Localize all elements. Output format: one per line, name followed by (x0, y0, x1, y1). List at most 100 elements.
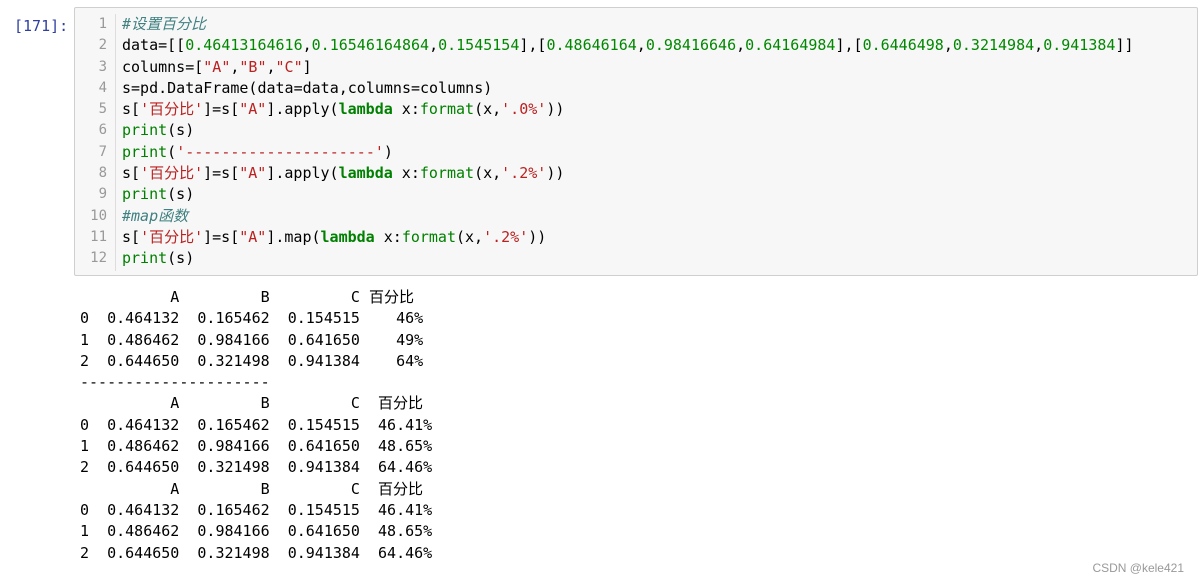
code-token: ]=s[ (203, 164, 240, 183)
code-line: #设置百分比 (122, 14, 1134, 35)
code-token: "B" (239, 57, 267, 76)
code-token: (s) (167, 185, 195, 204)
code-line: s['百分比']=s["A"].apply(lambda x:format(x,… (122, 99, 1134, 120)
code-token: ].apply( (266, 164, 339, 183)
output-line: 2 0.644650 0.321498 0.941384 64% (80, 351, 424, 370)
code-token: 0.6446498 (862, 36, 944, 55)
code-token: '百分比' (140, 100, 204, 119)
code-token: ] (302, 57, 312, 76)
code-token: (x, (474, 164, 502, 183)
code-token: x: (392, 164, 420, 183)
code-token: format (401, 227, 456, 246)
line-number: 11 (90, 228, 107, 245)
code-token: )) (546, 100, 565, 119)
code-token: 0.941384 (1043, 36, 1116, 55)
code-token: 0.98416646 (645, 36, 737, 55)
code-token: ]=s[ (203, 227, 240, 246)
watermark: CSDN @kele421 (1092, 561, 1184, 575)
code-token: ) (383, 142, 393, 161)
code-token: , (1034, 36, 1044, 55)
output-line: 2 0.644650 0.321498 0.941384 64.46% (80, 543, 433, 562)
code-token: , (429, 36, 439, 55)
code-token: ],[ (835, 36, 863, 55)
line-number: 12 (90, 250, 107, 267)
code-token: '百分比' (140, 227, 204, 246)
code-token: )) (528, 227, 547, 246)
code-token: print (122, 142, 168, 161)
line-number: 10 (90, 207, 107, 224)
code-token: (s) (167, 121, 195, 140)
line-number: 4 (98, 79, 107, 96)
line-number: 7 (98, 143, 107, 160)
code-token: '---------------------' (176, 142, 384, 161)
code-token: '.2%' (483, 227, 529, 246)
output-line: A B C 百分比 (80, 479, 424, 498)
code-token: "A" (239, 227, 267, 246)
code-line: print(s) (122, 248, 1134, 269)
code-line: print(s) (122, 120, 1134, 141)
code-token: ]=s[ (203, 100, 240, 119)
code-token: 0.16546164864 (311, 36, 430, 55)
code-token: 0.46413164616 (185, 36, 303, 55)
code-token: 0.64164984 (745, 36, 836, 55)
code-token: data=[[ (122, 36, 186, 55)
code-cell[interactable]: 1 2 3 4 5 6 7 8 9 10 11 12 #设置百分比 data=[[0.464131646… (74, 7, 1198, 276)
code-token: s[ (122, 227, 141, 246)
code-token: ]] (1115, 36, 1134, 55)
line-number: 2 (98, 37, 107, 54)
line-number: 1 (98, 16, 107, 32)
code-token: (x, (456, 227, 484, 246)
code-token: #map函数 (122, 206, 189, 225)
cell-output: A B C 百分比 0 0.464132 0.165462 0.154515 46… (80, 287, 432, 564)
line-number: 5 (98, 101, 107, 118)
code-token: s=pd.DataFrame(data=data,columns=columns… (122, 78, 493, 97)
code-token: lambda (338, 100, 393, 119)
code-token: print (122, 121, 168, 140)
line-number: 3 (98, 58, 107, 75)
code-token: , (943, 36, 953, 55)
code-token: , (302, 36, 312, 55)
code-line: s=pd.DataFrame(data=data,columns=columns… (122, 78, 1134, 99)
code-editor[interactable]: #设置百分比 data=[[0.46413164616,0.16546164864… (122, 14, 1134, 270)
code-token: format (419, 100, 475, 119)
code-line: print(s) (122, 184, 1134, 205)
code-token: s[ (122, 164, 141, 183)
line-number: 9 (98, 186, 107, 203)
code-token: '.2%' (501, 164, 547, 183)
code-line: data=[[0.46413164616,0.16546164864,0.154… (122, 35, 1134, 56)
code-token: "A" (239, 164, 267, 183)
code-token: "C" (275, 57, 303, 76)
code-token: "A" (239, 100, 267, 119)
output-line: 1 0.486462 0.984166 0.641650 49% (80, 330, 424, 349)
code-line: s['百分比']=s["A"].map(lambda x:format(x,'.… (122, 227, 1134, 248)
code-token: format (419, 164, 475, 183)
output-line: A B C 百分比 (80, 288, 414, 306)
code-token: '百分比' (140, 164, 204, 183)
code-token: print (122, 185, 168, 204)
code-token: , (636, 36, 646, 55)
code-token: s[ (122, 100, 141, 119)
code-token: 0.3214984 (952, 36, 1035, 55)
code-line: print('---------------------') (122, 142, 1134, 163)
line-number: 8 (98, 165, 107, 182)
code-token: (s) (167, 249, 195, 268)
output-line: --------------------- (80, 373, 270, 392)
code-line: s['百分比']=s["A"].apply(lambda x:format(x,… (122, 163, 1134, 184)
code-token: )) (546, 164, 565, 183)
input-prompt: [171]: (14, 17, 69, 35)
code-token: ].map( (266, 227, 321, 246)
code-token: lambda (338, 164, 393, 183)
line-number: 6 (98, 122, 107, 139)
code-token: 0.48646164 (546, 36, 637, 55)
code-token: (x, (474, 100, 502, 119)
code-token: 0.1545154 (438, 36, 520, 55)
code-token: , (736, 36, 746, 55)
output-line: 2 0.644650 0.321498 0.941384 64.46% (80, 458, 433, 477)
output-line: 0 0.464132 0.165462 0.154515 46.41% (80, 500, 433, 519)
output-line: 1 0.486462 0.984166 0.641650 48.65% (80, 437, 433, 456)
code-token: lambda (320, 227, 375, 246)
code-token: ( (167, 142, 177, 161)
code-token: x: (392, 100, 420, 119)
output-line: 1 0.486462 0.984166 0.641650 48.65% (80, 522, 433, 541)
code-line: #map函数 (122, 206, 1134, 227)
